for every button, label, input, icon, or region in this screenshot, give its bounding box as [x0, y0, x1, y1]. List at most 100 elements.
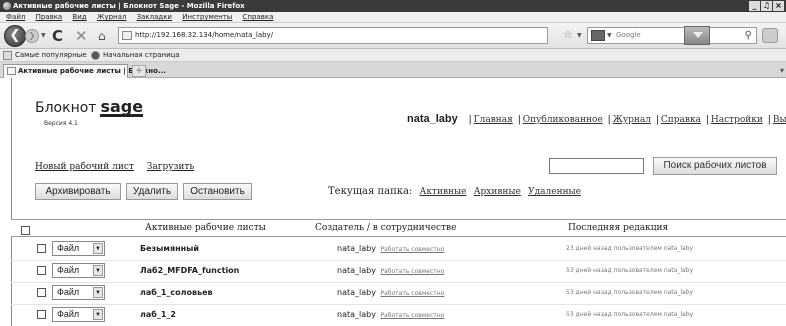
new-worksheet-link[interactable]: Новый рабочий лист — [35, 162, 134, 172]
share-link[interactable]: Работать совместно — [381, 290, 445, 297]
last-edited: 53 дней назад пользователем nata_laby — [566, 289, 694, 296]
worksheets-table-header: Активные рабочие листы Создатель / в сот… — [11, 219, 786, 237]
file-select-value: Файл — [57, 243, 80, 253]
worksheet-name-link[interactable]: лаб_1_соловьев — [140, 288, 213, 297]
menu-history[interactable]: Журнал — [97, 13, 126, 21]
file-action-select[interactable]: Файл ▼ — [52, 263, 105, 278]
nav-separator: | — [655, 115, 659, 125]
current-folder: Текущая папка: Активные Архивные Удаленн… — [328, 186, 585, 197]
folder-archived-link[interactable]: Архивные — [474, 187, 521, 197]
nav-home-link[interactable]: Главная — [474, 115, 513, 125]
url-dropdown-icon[interactable]: ▼ — [577, 32, 582, 39]
engine-dropdown-icon[interactable]: ▼ — [607, 28, 612, 43]
url-bar[interactable]: http://192.168.32.134/home/nata_laby/ — [118, 27, 548, 44]
row-checkbox[interactable] — [37, 310, 46, 319]
chevron-down-icon: ▼ — [93, 243, 103, 254]
magnifier-icon[interactable]: ⚲ — [745, 28, 752, 43]
nav-published-link[interactable]: Опубликованное — [523, 115, 603, 125]
search-placeholder: Google — [616, 31, 641, 39]
upload-link[interactable]: Загрузить — [147, 162, 195, 172]
row-checkbox[interactable] — [37, 244, 46, 253]
nav-help-link[interactable]: Справка — [661, 115, 701, 125]
menu-bar: Файл Правка Вид Журнал Закладки Инструме… — [0, 12, 786, 23]
bookmark-label: Самые популярные — [15, 51, 87, 59]
nav-logout-link[interactable]: Выход — [773, 115, 786, 125]
top-navigation: nata_laby | Главная | Опубликованное | Журн… — [407, 113, 786, 125]
bookmark-most-visited[interactable]: Самые популярные — [3, 49, 87, 62]
firefox-icon — [3, 2, 11, 10]
download-arrow-icon[interactable] — [684, 26, 710, 45]
folder-deleted-link[interactable]: Удаленные — [528, 187, 581, 197]
version-label: Версия 4.1 — [44, 120, 78, 127]
bookmarks-toolbar: Самые популярные Начальная страница — [0, 49, 786, 62]
bookmark-folder-icon — [3, 51, 12, 60]
nav-separator: | — [767, 115, 771, 125]
search-engine-icon[interactable] — [591, 30, 605, 41]
tab-bar: Активные рабочие листы | Блокно... + ▾ — [0, 62, 786, 78]
row-checkbox[interactable] — [37, 266, 46, 275]
tab-active-worksheets[interactable]: Активные рабочие листы | Блокно... — [3, 64, 166, 78]
share-link[interactable]: Работать совместно — [381, 268, 445, 275]
sage-logo: Блокнот sage — [35, 97, 144, 117]
nav-settings-link[interactable]: Настройки — [711, 115, 763, 125]
last-edited: 23 дней назад пользователем nata_laby — [566, 245, 694, 252]
table-row: Файл ▼ лаб_1_соловьев nata_laby Работать … — [11, 282, 786, 304]
delete-button[interactable]: Удалить — [126, 183, 178, 200]
share-link[interactable]: Работать совместно — [381, 246, 445, 253]
reload-icon[interactable]: C — [52, 27, 63, 45]
addon-toolbar-button[interactable] — [762, 28, 778, 43]
logo-text: Блокнот — [35, 100, 97, 116]
url-text: http://192.168.32.134/home/nata_laby/ — [135, 31, 274, 39]
menu-help[interactable]: Справка — [243, 13, 274, 21]
minimize-button[interactable]: _ — [749, 1, 760, 11]
menu-file[interactable]: Файл — [6, 13, 25, 21]
window-title-bar: Активные рабочие листы | Блокнот Sage - … — [0, 0, 786, 12]
stop-button[interactable]: Остановить — [183, 183, 252, 200]
tab-list-icon[interactable]: ▾ — [780, 66, 784, 75]
share-link[interactable]: Работать совместно — [381, 312, 445, 319]
menu-bookmarks[interactable]: Закладки — [137, 13, 172, 21]
archive-button[interactable]: Архивировать — [35, 183, 121, 200]
current-folder-label: Текущая папка: — [328, 186, 413, 197]
file-select-value: Файл — [57, 265, 80, 275]
search-worksheets-button[interactable]: Поиск рабочих листов — [653, 157, 777, 175]
folder-active-link[interactable]: Активные — [420, 187, 467, 197]
tab-favicon-icon — [7, 67, 16, 75]
worksheet-name-link[interactable]: лаб_1_2 — [140, 310, 176, 319]
start-page-icon — [91, 51, 100, 60]
nav-separator: | — [705, 115, 709, 125]
username: nata_laby — [407, 113, 458, 125]
row-checkbox[interactable] — [37, 288, 46, 297]
stop-icon[interactable]: ✕ — [75, 27, 88, 45]
bookmark-start-page[interactable]: Начальная страница — [91, 49, 180, 62]
file-action-select[interactable]: Файл ▼ — [52, 307, 105, 322]
worksheet-name-link[interactable]: Лаб2_MFDFA_function — [140, 266, 239, 275]
header-worksheets: Активные рабочие листы — [145, 223, 266, 233]
table-row: Файл ▼ Лаб2_MFDFA_function nata_laby Рабо… — [11, 260, 786, 282]
back-button[interactable]: ❮ — [4, 25, 26, 47]
file-action-select[interactable]: Файл ▼ — [52, 285, 105, 300]
menu-tools[interactable]: Инструменты — [182, 13, 232, 21]
file-action-select[interactable]: Файл ▼ — [52, 241, 105, 256]
owner-name: nata_laby — [337, 266, 376, 275]
home-icon[interactable]: ⌂ — [98, 29, 106, 43]
bookmark-star-icon[interactable]: ☆ — [563, 28, 573, 41]
history-dropdown-icon[interactable]: ▼ — [41, 32, 46, 39]
forward-button[interactable]: ❯ — [25, 29, 39, 43]
site-favicon-icon — [122, 31, 132, 40]
select-all-checkbox[interactable] — [21, 223, 30, 239]
menu-edit[interactable]: Правка — [36, 13, 63, 21]
worksheet-owner: nata_laby Работать совместно — [337, 244, 444, 253]
window-title: Активные рабочие листы | Блокнот Sage - … — [13, 2, 245, 10]
search-box[interactable]: ▼ Google ⚲ — [587, 27, 757, 44]
nav-log-link[interactable]: Журнал — [613, 115, 651, 125]
logo-brand: sage — [100, 97, 144, 117]
menu-view[interactable]: Вид — [72, 13, 86, 21]
maximize-button[interactable]: ♫ — [761, 1, 772, 11]
worksheet-owner: nata_laby Работать совместно — [337, 310, 444, 319]
worksheet-name-link[interactable]: Безымянный — [140, 244, 199, 253]
window-controls: _ ♫ × — [749, 1, 784, 11]
close-window-button[interactable]: × — [773, 1, 784, 11]
worksheet-search-input[interactable] — [549, 158, 644, 174]
new-tab-button[interactable]: + — [132, 65, 146, 77]
